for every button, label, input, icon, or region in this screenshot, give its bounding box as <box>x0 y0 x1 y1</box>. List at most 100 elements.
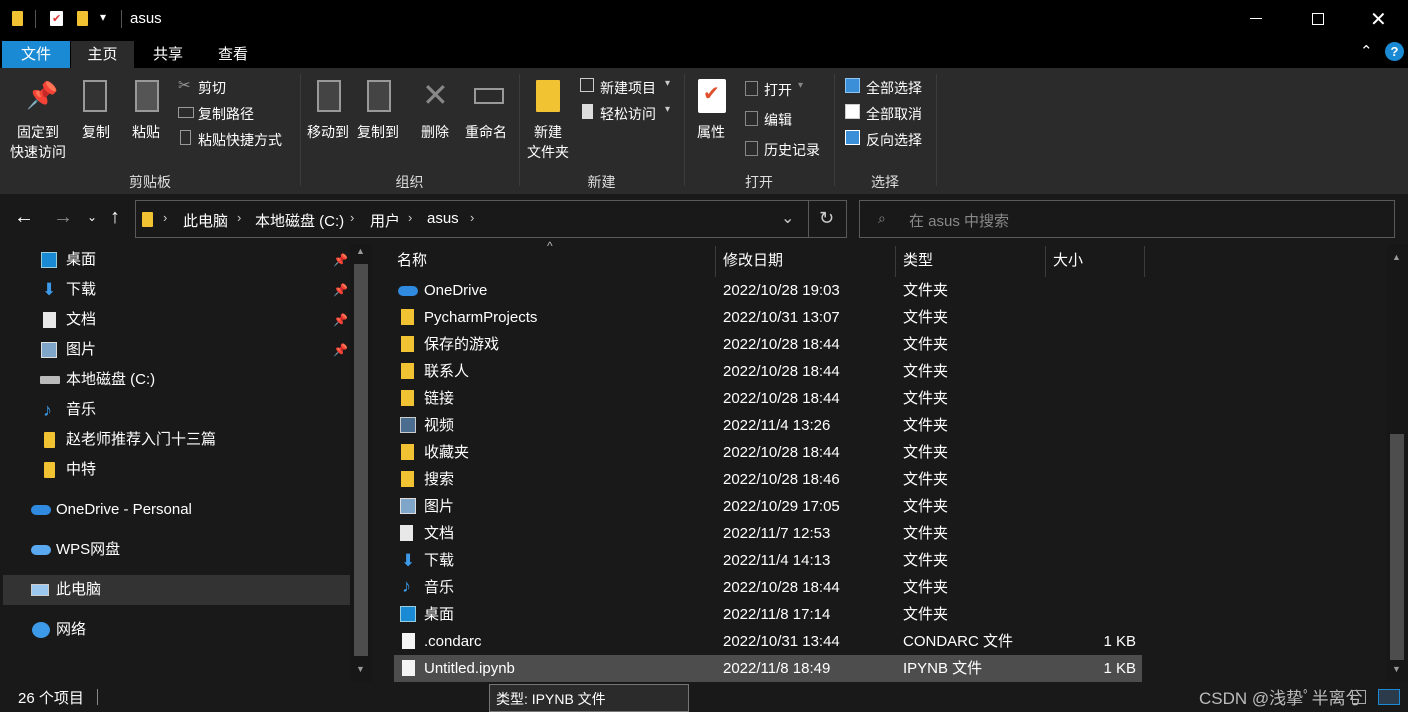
tab-view[interactable]: 查看 <box>201 41 265 68</box>
tab-file[interactable]: 文件 <box>2 41 70 68</box>
nav-item-local-disk[interactable]: 本地磁盘 (C:) <box>0 365 350 395</box>
copy-path-button[interactable]: 复制路径 <box>176 102 286 124</box>
paste-button[interactable]: 粘贴 <box>127 76 167 164</box>
details-view-icon[interactable] <box>1352 690 1366 704</box>
paste-shortcut-button[interactable]: 粘贴快捷方式 <box>176 128 294 150</box>
copy-button[interactable]: 复制 <box>78 76 118 164</box>
nav-item-wps-drive[interactable]: WPS网盘 <box>0 535 350 565</box>
address-bar[interactable]: › 此电脑 › 本地磁盘 (C:) › 用户 › asus › ⌄ ↻ <box>135 200 847 238</box>
scroll-down-icon[interactable]: ▼ <box>356 664 365 674</box>
properties-quick-icon[interactable]: ✔ <box>50 11 63 26</box>
file-list-scrollbar[interactable]: ▲ ▼ <box>1386 244 1408 682</box>
scroll-up-icon[interactable]: ▲ <box>356 246 365 256</box>
column-divider[interactable] <box>715 246 716 277</box>
easy-access-button[interactable]: 轻松访问 ▾ <box>578 102 676 124</box>
close-button[interactable]: ✕ <box>1370 7 1387 32</box>
desktop-icon <box>41 252 57 268</box>
nav-item-folder-zhao[interactable]: 赵老师推荐入门十三篇 <box>0 425 350 455</box>
search-box[interactable]: ⌕ 在 asus 中搜索 <box>859 200 1395 238</box>
recent-locations-icon[interactable]: ⌄ <box>87 210 97 224</box>
nav-item-downloads[interactable]: ⬇ 下载 📌 <box>0 275 350 305</box>
history-button[interactable]: 历史记录 <box>742 138 832 160</box>
tab-home[interactable]: 主页 <box>71 41 134 68</box>
folder-icon <box>12 11 23 26</box>
breadcrumb-local-disk[interactable]: 本地磁盘 (C:) <box>255 210 344 231</box>
file-list: ^ 名称 修改日期 类型 大小 OneDrive 2022/10/28 19:03… <box>372 239 1408 682</box>
maximize-button[interactable] <box>1312 13 1324 25</box>
properties-button[interactable]: ✔ 属性 <box>690 76 736 164</box>
copy-to-button[interactable]: 复制到 <box>355 76 405 164</box>
move-to-button[interactable]: 移动到 <box>305 76 355 164</box>
file-row[interactable]: ⬇ 下载 2022/11/4 14:13 文件夹 <box>394 547 1142 574</box>
new-item-button[interactable]: 新建项目 ▾ <box>578 76 676 98</box>
file-row[interactable]: Untitled.ipynb 2022/11/8 18:49 IPYNB 文件 1 K… <box>394 655 1142 682</box>
invert-selection-button[interactable]: 反向选择 <box>842 128 932 150</box>
select-none-button[interactable]: 全部取消 <box>842 102 932 124</box>
file-row[interactable]: 文档 2022/11/7 12:53 文件夹 <box>394 520 1142 547</box>
copy-icon <box>83 80 107 112</box>
nav-item-pictures[interactable]: 图片 📌 <box>0 335 350 365</box>
column-header-size[interactable]: 大小 <box>1053 244 1143 277</box>
help-icon[interactable]: ? <box>1385 42 1404 61</box>
column-header-type[interactable]: 类型 <box>903 244 1043 277</box>
breadcrumb-asus[interactable]: asus <box>427 210 459 227</box>
navigation-bar: ← → ⌄ ↑ › 此电脑 › 本地磁盘 (C:) › 用户 › asus › … <box>0 194 1408 244</box>
file-row[interactable]: .condarc 2022/10/31 13:44 CONDARC 文件 1 KB <box>394 628 1142 655</box>
delete-button[interactable]: ✕ 删除 <box>418 76 458 164</box>
open-button[interactable]: 打开 ▾ <box>742 78 810 100</box>
forward-arrow-icon[interactable]: → <box>53 206 73 229</box>
column-header-date[interactable]: 修改日期 <box>723 244 893 277</box>
pin-icon: 📌 <box>333 313 348 327</box>
nav-item-onedrive[interactable]: OneDrive - Personal <box>0 495 350 525</box>
nav-item-music[interactable]: ♪ 音乐 <box>0 395 350 425</box>
nav-item-documents[interactable]: 文档 📌 <box>0 305 350 335</box>
file-row[interactable]: 联系人 2022/10/28 18:44 文件夹 <box>394 358 1142 385</box>
breadcrumb-this-pc[interactable]: 此电脑 <box>183 210 228 231</box>
nav-item-desktop[interactable]: 桌面 📌 <box>0 245 350 275</box>
file-row[interactable]: 收藏夹 2022/10/28 18:44 文件夹 <box>394 439 1142 466</box>
copy-to-icon <box>367 80 391 112</box>
scrollbar-thumb[interactable] <box>1390 434 1404 660</box>
file-type: 文件夹 <box>903 525 949 542</box>
rename-button[interactable]: 重命名 <box>462 76 518 164</box>
file-row[interactable]: OneDrive 2022/10/28 19:03 文件夹 <box>394 277 1142 304</box>
file-row[interactable]: 桌面 2022/11/8 17:14 文件夹 <box>394 601 1142 628</box>
file-row[interactable]: 搜索 2022/10/28 18:46 文件夹 <box>394 466 1142 493</box>
new-folder-quick-icon[interactable] <box>77 11 88 26</box>
select-all-button[interactable]: 全部选择 <box>842 76 932 98</box>
refresh-icon[interactable]: ↻ <box>819 208 834 229</box>
file-row[interactable]: 视频 2022/11/4 13:26 文件夹 <box>394 412 1142 439</box>
column-divider[interactable] <box>1045 246 1046 277</box>
file-row[interactable]: 图片 2022/10/29 17:05 文件夹 <box>394 493 1142 520</box>
file-type: 文件夹 <box>903 417 949 434</box>
scroll-down-icon[interactable]: ▼ <box>1392 664 1401 674</box>
nav-item-network[interactable]: 网络 <box>0 615 350 645</box>
nav-scrollbar[interactable]: ▲ ▼ <box>350 244 372 682</box>
column-header-name[interactable]: 名称 <box>397 244 712 277</box>
file-row[interactable]: 保存的游戏 2022/10/28 18:44 文件夹 <box>394 331 1142 358</box>
column-divider[interactable] <box>1144 246 1145 277</box>
nav-item-this-pc[interactable]: 此电脑 <box>3 575 350 605</box>
up-arrow-icon[interactable]: ↑ <box>110 206 120 229</box>
pin-to-quick-access-button[interactable]: 📌 固定到 快速访问 <box>6 76 74 164</box>
column-divider[interactable] <box>895 246 896 277</box>
file-row[interactable]: PycharmProjects 2022/10/31 13:07 文件夹 <box>394 304 1142 331</box>
address-history-chevron-icon[interactable]: ⌄ <box>781 208 794 228</box>
nav-item-folder-zhongte[interactable]: 中特 <box>0 455 350 485</box>
file-row[interactable]: 链接 2022/10/28 18:44 文件夹 <box>394 385 1142 412</box>
file-row[interactable]: ♪ 音乐 2022/10/28 18:44 文件夹 <box>394 574 1142 601</box>
cut-button[interactable]: ✂ 剪切 <box>176 76 286 98</box>
collapse-ribbon-icon[interactable]: ⌃ <box>1360 42 1373 60</box>
scrollbar-thumb[interactable] <box>354 264 368 656</box>
document-icon <box>400 525 413 541</box>
breadcrumb-users[interactable]: 用户 <box>370 210 400 231</box>
customize-quick-access-icon[interactable]: ▾ <box>100 10 106 24</box>
edit-button[interactable]: 编辑 <box>742 108 810 130</box>
back-arrow-icon[interactable]: ← <box>14 206 34 229</box>
new-folder-button[interactable]: 新建 文件夹 <box>524 76 576 164</box>
tab-share[interactable]: 共享 <box>136 41 200 68</box>
folder-icon <box>401 390 414 406</box>
minimize-button[interactable] <box>1250 18 1262 19</box>
large-icons-view-icon[interactable] <box>1378 689 1400 705</box>
scroll-up-icon[interactable]: ▲ <box>1392 252 1401 262</box>
